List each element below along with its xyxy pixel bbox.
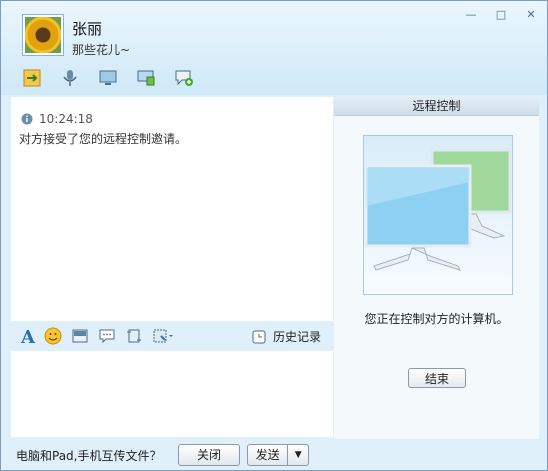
chat-history[interactable]: 10:24:18 对方接受了您的远程控制邀请。 bbox=[11, 97, 333, 321]
remote-control-illustration bbox=[363, 135, 513, 295]
send-options-chevron-down-icon[interactable]: ▼ bbox=[287, 445, 308, 465]
voice-icon[interactable] bbox=[59, 67, 81, 89]
panel-title: 远程控制 bbox=[334, 97, 539, 116]
image-icon[interactable] bbox=[71, 327, 89, 348]
end-control-button[interactable]: 结束 bbox=[408, 368, 466, 388]
send-label: 发送 bbox=[255, 448, 280, 462]
close-chat-button[interactable]: 关闭 bbox=[178, 444, 240, 466]
bottom-bar: 电脑和Pad,手机互传文件？ 关闭 发送 ▼ bbox=[1, 439, 547, 470]
sunflower-image bbox=[25, 17, 61, 53]
header-toolbar bbox=[21, 67, 195, 89]
message-icon[interactable] bbox=[98, 327, 116, 348]
chat-window: 张丽 那些花儿~ — □ ✕ 10:24:18 对方接受了您的远程控制邀请。 A… bbox=[0, 0, 548, 471]
history-icon bbox=[252, 330, 266, 343]
window-header: 张丽 那些花儿~ — □ ✕ bbox=[1, 1, 547, 95]
transfer-files-link[interactable]: 电脑和Pad,手机互传文件？ bbox=[16, 447, 161, 464]
window-controls: — □ ✕ bbox=[456, 5, 546, 23]
timestamp-text: 10:24:18 bbox=[39, 112, 93, 126]
input-toolbar: A 历史记录 bbox=[11, 323, 333, 351]
input-tools: A bbox=[21, 327, 174, 348]
maximize-button[interactable]: □ bbox=[486, 5, 516, 23]
emoji-icon[interactable] bbox=[44, 327, 62, 348]
contact-name[interactable]: 张丽 bbox=[72, 18, 102, 39]
send-button[interactable]: 发送 ▼ bbox=[247, 444, 309, 466]
remote-desktop-icon[interactable] bbox=[97, 67, 119, 89]
remote-control-panel: 远程控制 您正在控制对方的计算机。 结束 bbox=[334, 97, 539, 439]
chat-add-icon[interactable] bbox=[173, 67, 195, 89]
message-timestamp: 10:24:18 bbox=[21, 112, 93, 126]
history-button[interactable]: 历史记录 bbox=[251, 328, 321, 345]
contact-signature: 那些花儿~ bbox=[72, 43, 131, 57]
screen-share-icon[interactable] bbox=[135, 67, 157, 89]
close-button[interactable]: ✕ bbox=[516, 5, 546, 23]
remote-status-text: 您正在控制对方的计算机。 bbox=[364, 312, 509, 326]
system-message: 对方接受了您的远程控制邀请。 bbox=[19, 132, 188, 146]
avatar[interactable] bbox=[22, 14, 64, 56]
message-input[interactable] bbox=[11, 351, 333, 437]
send-file-icon[interactable] bbox=[21, 67, 43, 89]
minimize-button[interactable]: — bbox=[456, 5, 486, 23]
info-icon bbox=[21, 113, 33, 125]
screenshot-icon[interactable] bbox=[125, 327, 143, 348]
history-label: 历史记录 bbox=[272, 330, 321, 344]
more-icon[interactable] bbox=[152, 327, 174, 348]
font-icon[interactable]: A bbox=[21, 328, 35, 347]
